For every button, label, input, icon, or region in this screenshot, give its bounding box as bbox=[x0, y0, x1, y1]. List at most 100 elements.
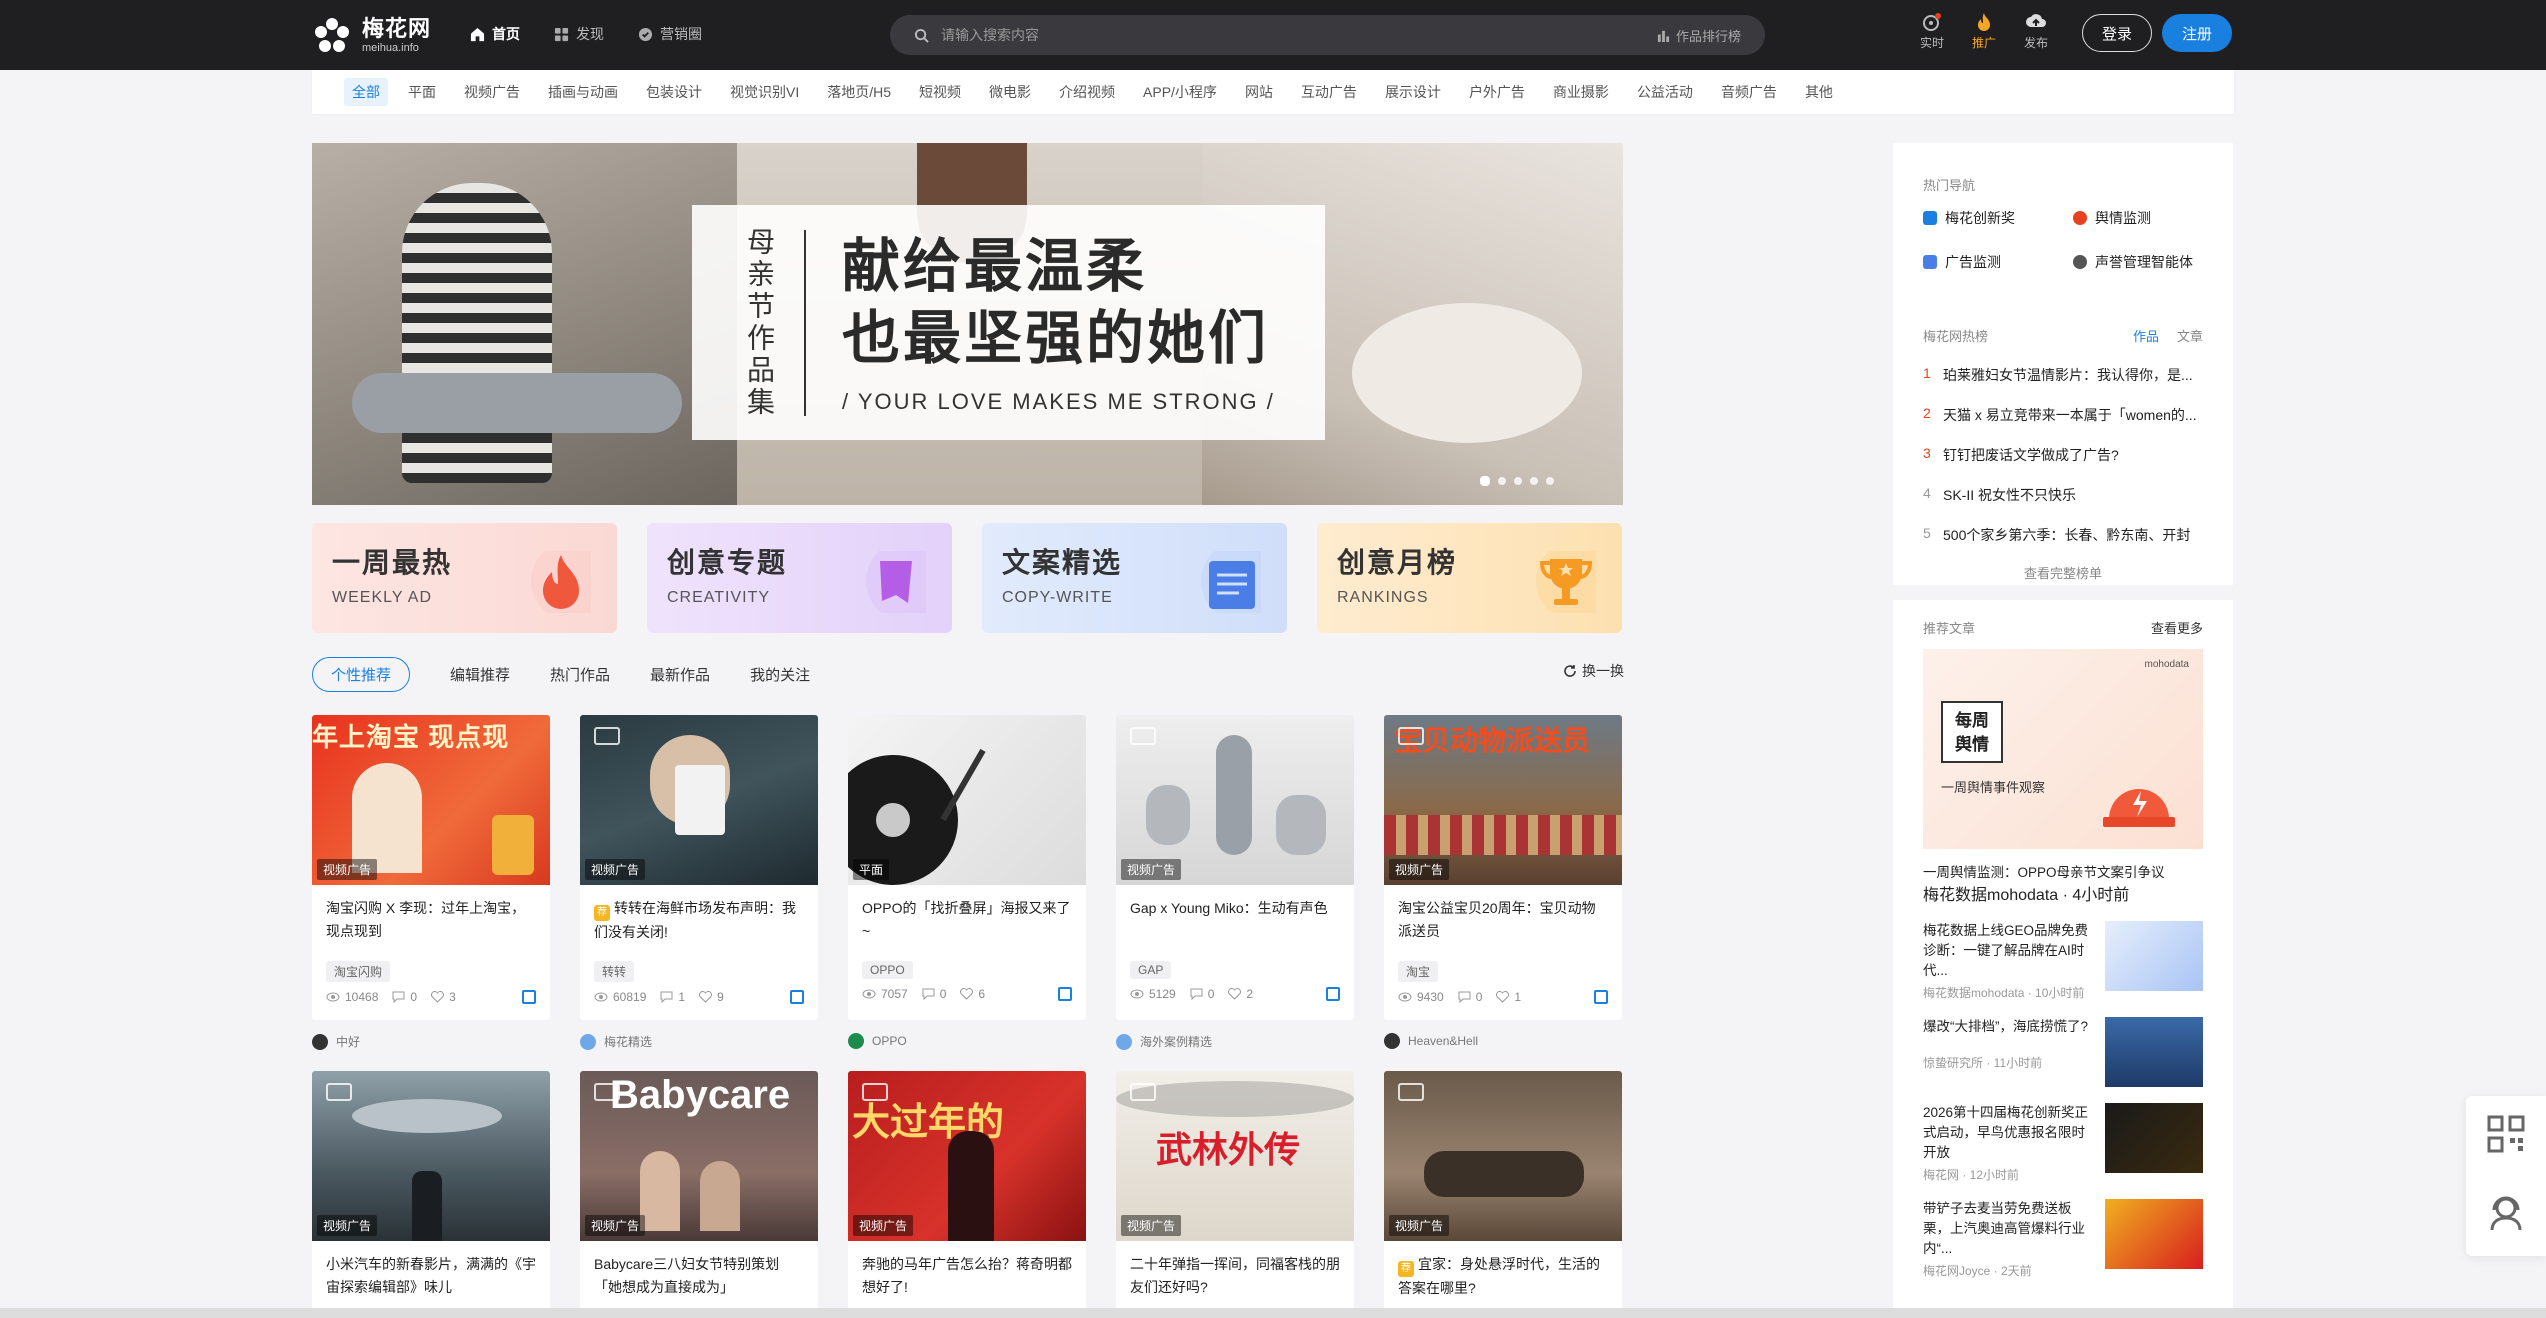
qr-code-icon[interactable] bbox=[1326, 987, 1340, 1001]
brand-chip[interactable]: 转转 bbox=[594, 961, 635, 982]
register-button[interactable]: 注册 bbox=[2162, 14, 2232, 52]
promote-button[interactable]: 推广 bbox=[1972, 12, 1996, 51]
tab-personal[interactable]: 个性推荐 bbox=[312, 656, 411, 692]
work-card[interactable]: 大过年的 视频广告 奔驰的马年广告怎么抬？蒋奇明都想好了! bbox=[848, 1071, 1086, 1311]
horizontal-scrollbar[interactable] bbox=[0, 1308, 2546, 1318]
work-card[interactable]: 平面 OPPO的「找折叠屏」海报又来了~ OPPO 7057 0 6 bbox=[848, 715, 1086, 1020]
category-item[interactable]: 其他 bbox=[1805, 82, 1833, 102]
category-item[interactable]: 包装设计 bbox=[646, 82, 702, 102]
featured-article-poster[interactable]: mohodata 每周 舆情 一周舆情事件观察 bbox=[1923, 649, 2203, 849]
hot-switch-works[interactable]: 作品 bbox=[2133, 329, 2159, 344]
brand-chip[interactable]: GAP bbox=[1130, 961, 1172, 979]
category-item[interactable]: 展示设计 bbox=[1385, 82, 1441, 102]
nav-home[interactable]: 首页 bbox=[470, 24, 520, 44]
work-card[interactable]: 宝贝动物派送员 视频广告 淘宝公益宝贝20周年：宝贝动物派送员 淘宝 9430 … bbox=[1384, 715, 1622, 1020]
card-author[interactable]: 梅花精选 bbox=[580, 1033, 652, 1050]
articles-more-link[interactable]: 查看更多 bbox=[2151, 618, 2203, 637]
work-card[interactable]: Babycare 视频广告 Babycare三八妇女节特别策划「她想成为直接成为… bbox=[580, 1071, 818, 1311]
carousel-dot[interactable] bbox=[1546, 477, 1554, 485]
work-card[interactable]: 视频广告 荐转转在海鲜市场发布声明：我们没有关闭! 转转 60819 1 9 bbox=[580, 715, 818, 1020]
carousel-dot[interactable] bbox=[1514, 477, 1522, 485]
category-item[interactable]: 视觉识别VI bbox=[730, 82, 799, 102]
hot-list-item[interactable]: 4 SK-II 祝女性不只快乐 bbox=[1923, 485, 2203, 505]
nav-discover[interactable]: 发现 bbox=[554, 24, 604, 44]
carousel-dot[interactable] bbox=[1530, 477, 1538, 485]
work-title[interactable]: 淘宝闪购 X 李现：过年上淘宝，现点现到 bbox=[312, 885, 550, 949]
category-item[interactable]: 音频广告 bbox=[1721, 82, 1777, 102]
tab-editor[interactable]: 编辑推荐 bbox=[450, 664, 510, 685]
login-button[interactable]: 登录 bbox=[2082, 14, 2152, 52]
tab-following[interactable]: 我的关注 bbox=[750, 664, 810, 685]
work-title[interactable]: Babycare三八妇女节特别策划「她想成为直接成为」 bbox=[580, 1241, 818, 1305]
category-item[interactable]: 短视频 bbox=[919, 82, 961, 102]
carousel-dot[interactable] bbox=[1480, 476, 1490, 486]
feature-weekly-hot[interactable]: 一周最热 WEEKLY AD bbox=[312, 523, 617, 633]
carousel-dot[interactable] bbox=[1498, 477, 1506, 485]
search-bar[interactable]: 请输入搜索内容 作品排行榜 bbox=[890, 15, 1765, 55]
work-card[interactable]: 武林外传 视频广告 二十年弹指一挥间，同福客栈的朋友们还好吗? bbox=[1116, 1071, 1354, 1311]
card-author[interactable]: 海外案例精选 bbox=[1116, 1033, 1212, 1050]
work-title[interactable]: 小米汽车的新春影片，满满的《宇宙探索编辑部》味儿 bbox=[312, 1241, 550, 1305]
hot-nav-item[interactable]: 舆情监测 bbox=[2073, 208, 2223, 228]
category-item[interactable]: 商业摄影 bbox=[1553, 82, 1609, 102]
ranking-link[interactable]: 作品排行榜 bbox=[1657, 26, 1741, 45]
category-item[interactable]: 户外广告 bbox=[1469, 82, 1525, 102]
feature-creativity[interactable]: 创意专题 CREATIVITY bbox=[647, 523, 952, 633]
article-item[interactable]: 带铲子去麦当劳免费送板栗，上汽奥迪高管爆料行业内“... 梅花网Joyce · 2… bbox=[1923, 1199, 2203, 1279]
realtime-button[interactable]: 实时 bbox=[1920, 12, 1944, 51]
feature-copywrite[interactable]: 文案精选 COPY-WRITE bbox=[982, 523, 1287, 633]
qr-code-icon[interactable] bbox=[2486, 1114, 2526, 1154]
work-card[interactable]: 视频广告 Gap x Young Miko：生动有声色 GAP 5129 0 2 bbox=[1116, 715, 1354, 1020]
category-item[interactable]: 微电影 bbox=[989, 82, 1031, 102]
hot-list-item[interactable]: 2 天猫 x 易立竞带来一本属于「women的... bbox=[1923, 405, 2203, 425]
work-card[interactable]: 视频广告 小米汽车的新春影片，满满的《宇宙探索编辑部》味儿 bbox=[312, 1071, 550, 1311]
category-item[interactable]: 平面 bbox=[408, 82, 436, 102]
article-item[interactable]: 爆改“大排档”，海底捞慌了? 惊蛰研究所 · 11小时前 bbox=[1923, 1017, 2203, 1087]
brand-chip[interactable]: OPPO bbox=[862, 961, 913, 979]
qr-code-icon[interactable] bbox=[1594, 990, 1608, 1004]
work-title[interactable]: Gap x Young Miko：生动有声色 bbox=[1116, 885, 1354, 949]
refresh-button[interactable]: 换一换 bbox=[1563, 661, 1624, 681]
tab-latest[interactable]: 最新作品 bbox=[650, 664, 710, 685]
category-item[interactable]: 落地页/H5 bbox=[827, 82, 891, 102]
qr-code-icon[interactable] bbox=[522, 990, 536, 1004]
category-item[interactable]: 公益活动 bbox=[1637, 82, 1693, 102]
work-title[interactable]: OPPO的「找折叠屏」海报又来了~ bbox=[848, 885, 1086, 949]
hot-list-item[interactable]: 3 钉钉把废话文学做成了广告? bbox=[1923, 445, 2203, 465]
search-input[interactable]: 请输入搜索内容 bbox=[941, 25, 1657, 45]
category-all[interactable]: 全部 bbox=[344, 78, 388, 106]
work-title[interactable]: 荐宜家：身处悬浮时代，生活的答案在哪里? bbox=[1384, 1241, 1622, 1305]
card-author[interactable]: 中好 bbox=[312, 1033, 360, 1050]
hot-nav-item[interactable]: 广告监测 bbox=[1923, 252, 2073, 272]
category-item[interactable]: 互动广告 bbox=[1301, 82, 1357, 102]
work-card[interactable]: 年上淘宝 现点现 视频广告 淘宝闪购 X 李现：过年上淘宝，现点现到 淘宝闪购 … bbox=[312, 715, 550, 1020]
hot-nav-item[interactable]: 声誉管理智能体 bbox=[2073, 252, 2223, 272]
category-item[interactable]: 插画与动画 bbox=[548, 82, 618, 102]
hot-nav-item[interactable]: 梅花创新奖 bbox=[1923, 208, 2073, 228]
hot-list-item[interactable]: 5 500个家乡第六季：长春、黔东南、开封 bbox=[1923, 525, 2203, 545]
article-item[interactable]: 一周舆情监测：OPPO母亲节文案引争议 梅花数据mohodata · 4小时前 bbox=[1923, 861, 2203, 905]
work-title[interactable]: 淘宝公益宝贝20周年：宝贝动物派送员 bbox=[1384, 885, 1622, 949]
qr-code-icon[interactable] bbox=[1058, 987, 1072, 1001]
brand-chip[interactable]: 淘宝 bbox=[1398, 961, 1439, 982]
customer-service-icon[interactable] bbox=[2486, 1192, 2526, 1232]
article-item[interactable]: 2026第十四届梅花创新奖正式启动，早鸟优惠报名限时开放 梅花网 · 12小时前 bbox=[1923, 1103, 2203, 1183]
article-item[interactable]: 梅花数据上线GEO品牌免费诊断：一键了解品牌在AI时代... 梅花数据mohoda… bbox=[1923, 921, 2203, 1001]
category-item[interactable]: 视频广告 bbox=[464, 82, 520, 102]
work-title[interactable]: 奔驰的马年广告怎么抬？蒋奇明都想好了! bbox=[848, 1241, 1086, 1305]
feature-rankings[interactable]: 创意月榜 RANKINGS bbox=[1317, 523, 1622, 633]
tab-hot[interactable]: 热门作品 bbox=[550, 664, 610, 685]
hero-banner[interactable]: 母亲节作品集 献给最温柔 也最坚强的她们 / YOUR LOVE MAKES M… bbox=[312, 143, 1623, 505]
work-title[interactable]: 二十年弹指一挥间，同福客栈的朋友们还好吗? bbox=[1116, 1241, 1354, 1305]
site-logo[interactable]: 梅花网 meihua.info bbox=[312, 16, 431, 56]
card-author[interactable]: OPPO bbox=[848, 1033, 907, 1049]
work-card[interactable]: 视频广告 荐宜家：身处悬浮时代，生活的答案在哪里? bbox=[1384, 1071, 1622, 1311]
hot-list-item[interactable]: 1 珀莱雅妇女节温情影片：我认得你，是... bbox=[1923, 365, 2203, 385]
qr-code-icon[interactable] bbox=[790, 990, 804, 1004]
publish-button[interactable]: 发布 bbox=[2024, 12, 2048, 51]
nav-circle[interactable]: 营销圈 bbox=[638, 24, 702, 44]
hot-switch-articles[interactable]: 文章 bbox=[2177, 329, 2203, 344]
brand-chip[interactable]: 淘宝闪购 bbox=[326, 961, 391, 982]
category-item[interactable]: 网站 bbox=[1245, 82, 1273, 102]
view-full-ranking-link[interactable]: 查看完整榜单 bbox=[1923, 563, 2203, 582]
